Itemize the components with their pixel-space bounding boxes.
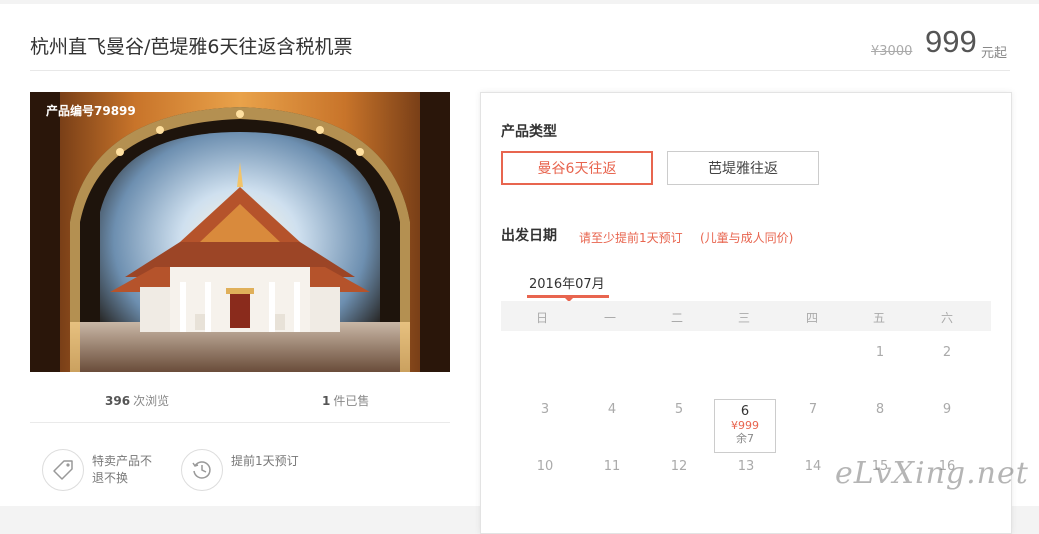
weekday-mon: 一 [603,311,616,325]
weekday-fri: 五 [872,311,885,325]
calendar-day-available[interactable]: 6 ¥999 余7 [714,399,776,453]
weekday-sun: 日 [535,311,548,325]
current-price: 999 [925,24,977,59]
sold-count-label: 件已售 [333,394,370,408]
calendar-day-price: ¥999 [731,419,759,432]
product-photo[interactable]: 产品编号79899 [30,92,450,372]
calendar-day: 8 [875,402,885,417]
calendar-day: 2 [942,345,952,360]
calendar-day: 3 [540,402,550,417]
view-count-label: 次浏览 [133,394,170,408]
stats-divider [30,422,450,423]
site-watermark: eLvXing.net [835,456,1029,491]
calendar-day-number: 6 [740,404,750,419]
departure-date-label: 出发日期 [501,228,557,244]
feature-text: 提前1天预订 [231,454,299,468]
weekday-tue: 二 [670,311,683,325]
calendar-day: 10 [536,459,554,474]
temple-illustration [30,92,450,372]
type-option-bangkok[interactable]: 曼谷6天往返 [501,151,653,185]
calendar-day: 4 [607,402,617,417]
view-count: 396 次浏览 [105,392,169,409]
price-unit: 元起 [981,46,1008,61]
view-count-number: 396 [105,394,131,408]
calendar-day: 7 [808,402,818,417]
weekday-wed: 三 [737,311,750,325]
type-option-pattaya[interactable]: 芭堤雅往返 [667,151,819,185]
calendar-day: 5 [674,402,684,417]
calendar-day: 1 [875,345,885,360]
original-price: ¥3000 [871,44,913,59]
advance-booking-hint: 请至少提前1天预订 [579,231,683,245]
weekday-thu: 四 [805,311,818,325]
sold-count: 1 件已售 [322,392,369,409]
calendar-day: 12 [670,459,688,474]
weekday-sat: 六 [940,311,953,325]
product-page: 杭州直飞曼谷/芭堤雅6天往返含税机票 ¥3000 999 元起 产品编号7989… [0,4,1039,534]
sold-count-number: 1 [322,394,331,408]
clock-history-icon [181,449,223,491]
page-title: 杭州直飞曼谷/芭堤雅6天往返含税机票 [30,36,353,58]
product-code: 产品编号79899 [46,104,136,118]
tag-icon [42,449,84,491]
calendar-day-remaining: 余7 [736,432,754,445]
product-type-label: 产品类型 [501,124,557,140]
calendar-day: 11 [603,459,621,474]
child-price-hint: (儿童与成人同价) [700,231,794,245]
title-divider [30,70,1010,71]
weekday-header: 日 一 二 三 四 五 六 [501,301,991,331]
calendar-day: 9 [942,402,952,417]
calendar-day: 13 [737,459,755,474]
feature-text: 特卖产品不退不换 [92,454,153,485]
